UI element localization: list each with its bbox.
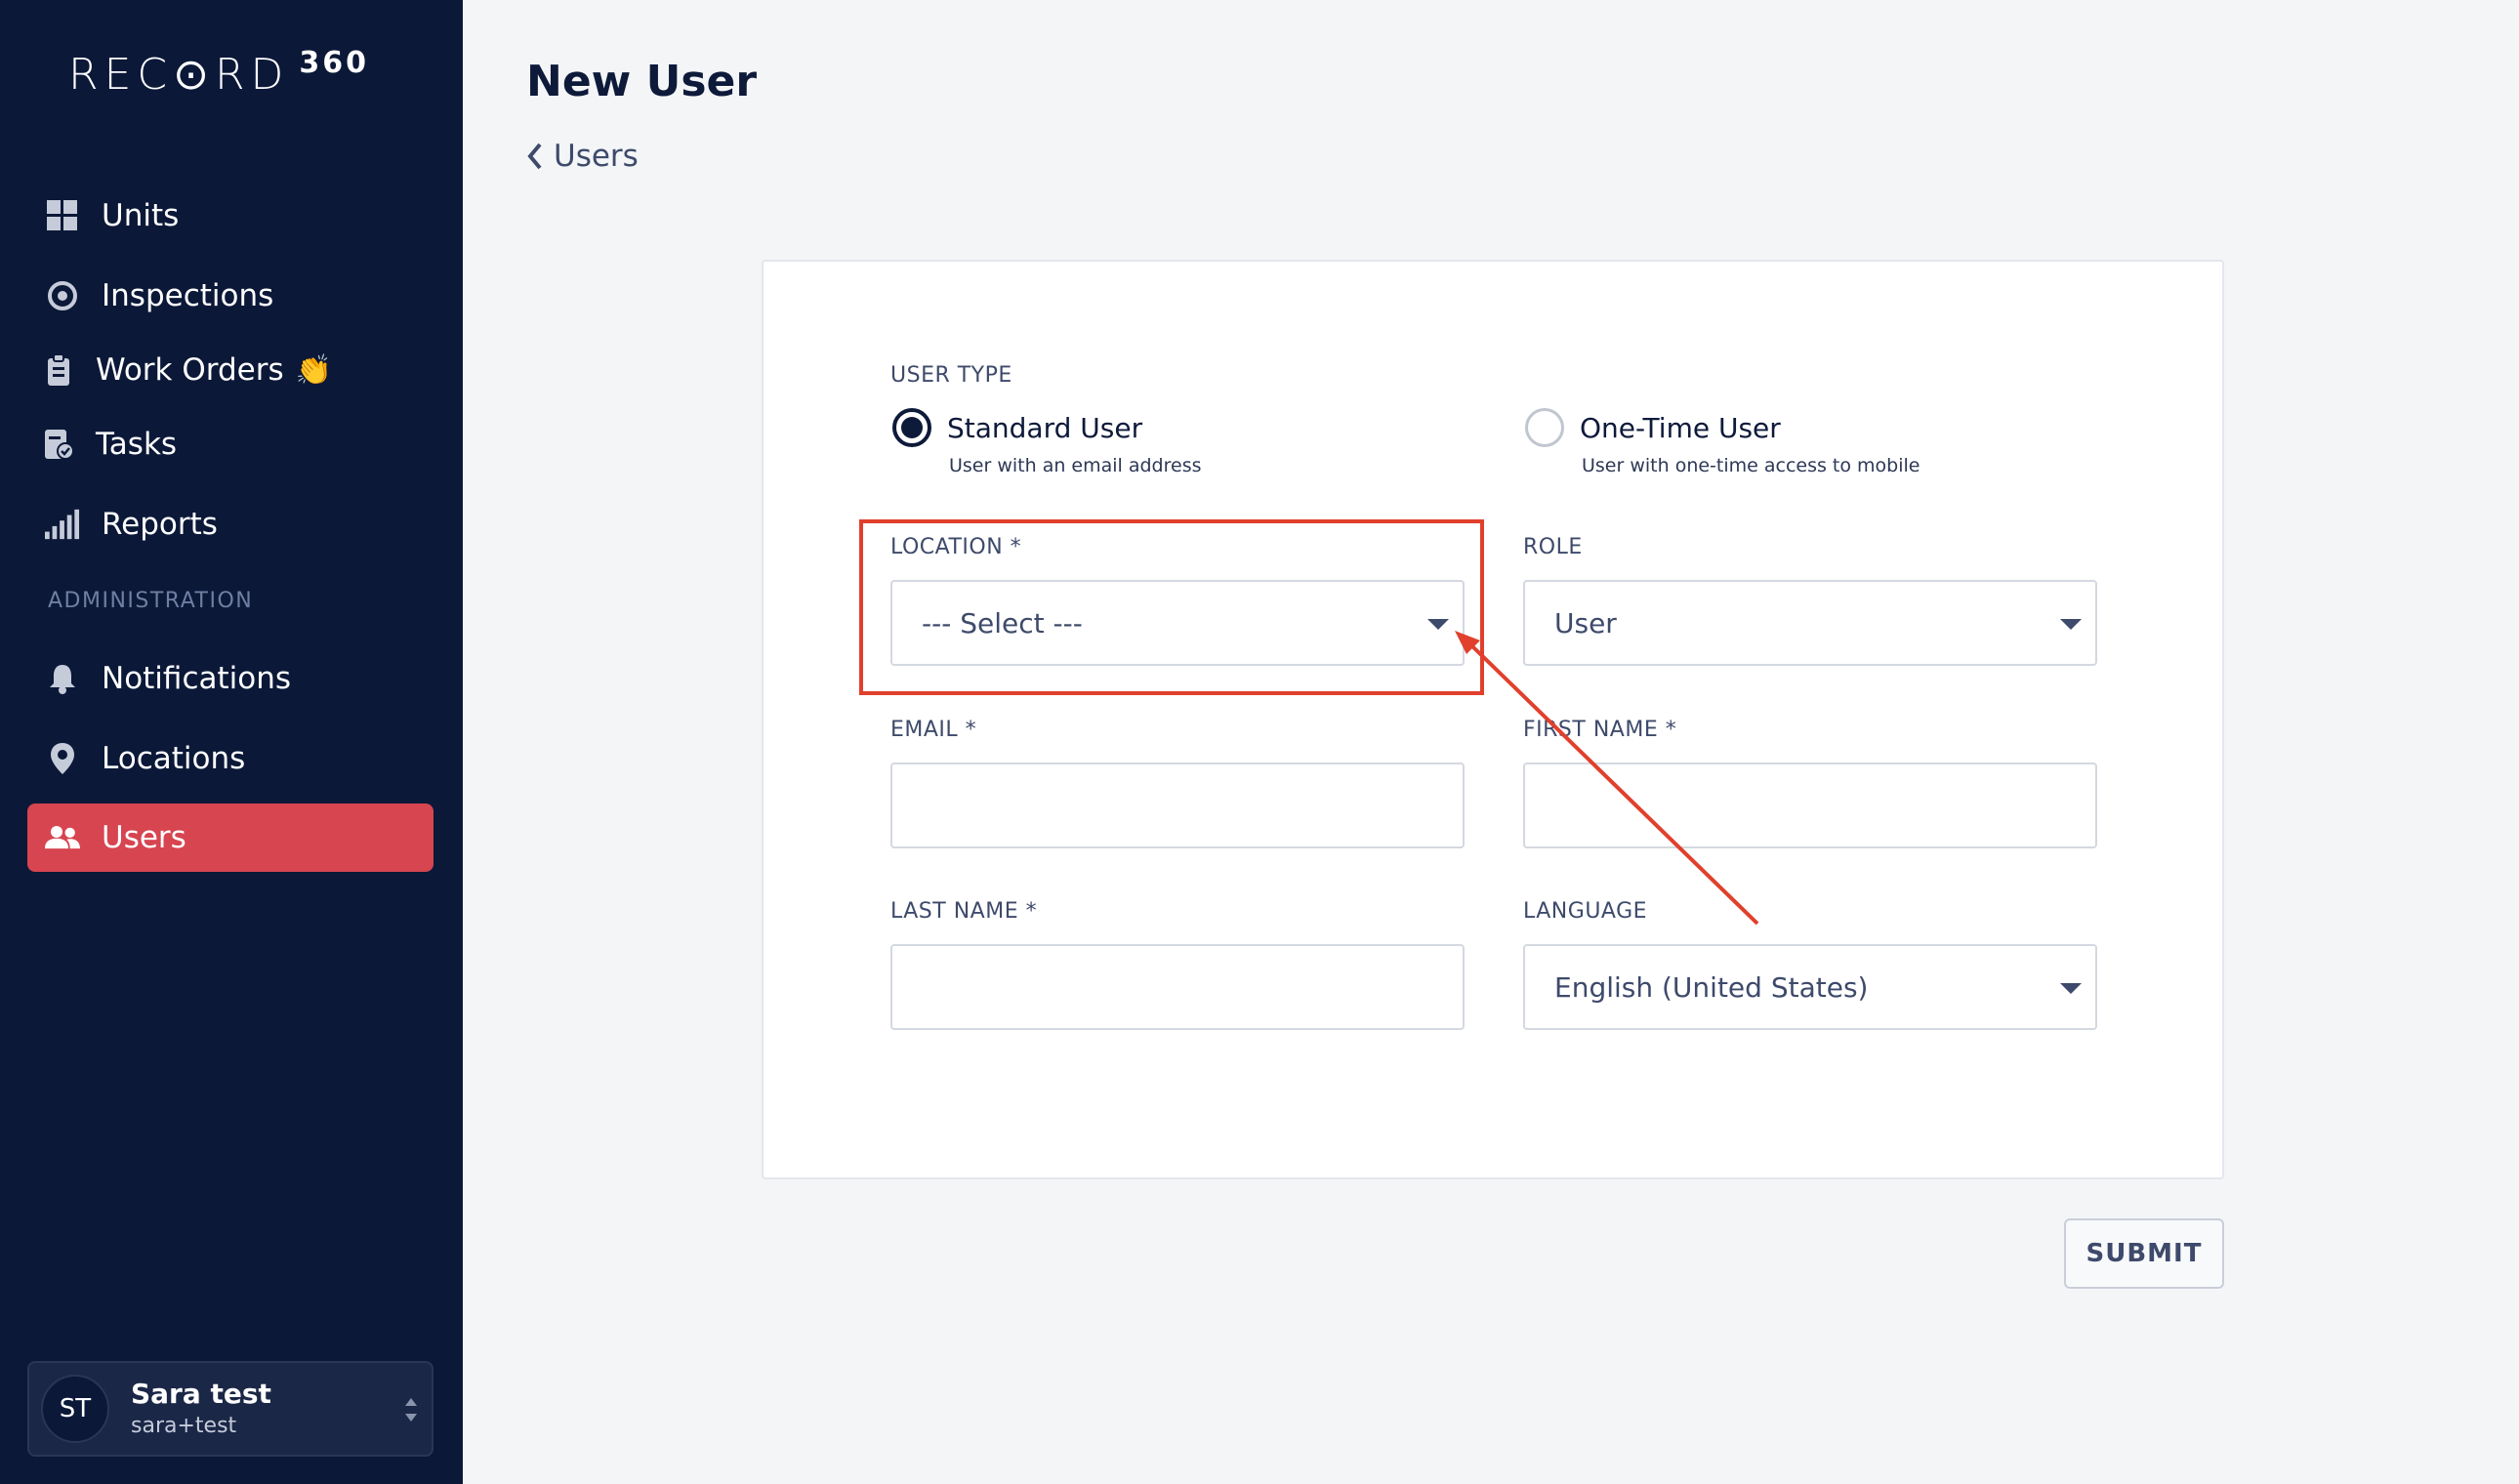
sidebar-item-label: Users [102, 820, 186, 855]
brand-word: REC⊙RD [68, 50, 290, 100]
target-icon [45, 278, 80, 313]
page-title: New User [526, 57, 758, 106]
sidebar-item-notifications[interactable]: Notifications [27, 644, 434, 713]
location-select-value: --- Select --- [922, 606, 1083, 639]
user-name: Sara test [131, 1378, 271, 1410]
role-select-value: User [1554, 606, 1617, 639]
sidebar-item-label: Work Orders [96, 352, 284, 388]
sidebar-item-locations[interactable]: Locations [27, 724, 434, 793]
clipboard-icon [41, 352, 76, 388]
signal-bars-icon [45, 507, 80, 542]
new-user-form-card: USER TYPE Standard User User with an ema… [762, 260, 2224, 1179]
user-account-switcher[interactable]: ST Sara test sara+test [27, 1361, 434, 1457]
sidebar-item-tasks[interactable]: Tasks [27, 410, 434, 478]
one-time-user-title: One-Time User [1580, 411, 1781, 444]
sidebar: REC⊙RD 360 Units Inspections Work Orders… [0, 0, 463, 1484]
radio-button-unchecked[interactable] [1525, 408, 1564, 447]
role-label: ROLE [1523, 535, 1583, 559]
submit-button[interactable]: SUBMIT [2064, 1218, 2224, 1289]
bell-icon [45, 661, 80, 696]
first-name-field[interactable] [1523, 763, 2097, 848]
language-label: LANGUAGE [1523, 899, 1648, 924]
sidebar-item-reports[interactable]: Reports [27, 490, 434, 558]
radio-one-time-user[interactable]: One-Time User [1525, 408, 1781, 447]
sidebar-item-label: Notifications [102, 661, 292, 696]
caret-down-icon [2060, 983, 2082, 994]
brand-number: 360 [299, 46, 370, 80]
chevron-left-icon [527, 143, 542, 170]
map-pin-icon [45, 741, 80, 776]
location-select[interactable]: --- Select --- [890, 580, 1465, 666]
task-check-icon [41, 427, 76, 462]
last-name-field[interactable] [890, 944, 1465, 1030]
language-select[interactable]: English (United States) [1523, 944, 2097, 1030]
role-select[interactable]: User [1523, 580, 2097, 666]
avatar: ST [41, 1375, 109, 1443]
sidebar-item-label: Units [102, 198, 180, 233]
brand-logo[interactable]: REC⊙RD 360 [68, 49, 369, 102]
first-name-label: FIRST NAME * [1523, 718, 1677, 742]
grid-icon [45, 198, 80, 233]
sidebar-item-inspections[interactable]: Inspections [27, 262, 434, 330]
caret-down-icon [1427, 619, 1449, 630]
user-email: sara+test [131, 1414, 237, 1438]
sidebar-item-units[interactable]: Units [27, 182, 434, 250]
standard-user-title: Standard User [947, 411, 1143, 444]
email-label: EMAIL * [890, 718, 977, 742]
standard-user-subtext: User with an email address [949, 455, 1202, 476]
breadcrumb-back-link[interactable]: Users [526, 139, 639, 174]
caret-down-icon [2060, 619, 2082, 630]
sidebar-item-label: Tasks [96, 427, 178, 462]
location-label: LOCATION * [890, 535, 1022, 559]
language-select-value: English (United States) [1554, 970, 1869, 1004]
one-time-user-subtext: User with one-time access to mobile [1582, 455, 1920, 476]
breadcrumb-label: Users [554, 139, 639, 174]
email-field[interactable] [890, 763, 1465, 848]
sidebar-item-label: Locations [102, 741, 246, 776]
user-type-label: USER TYPE [890, 363, 1012, 388]
last-name-label: LAST NAME * [890, 899, 1038, 924]
sidebar-item-label: Inspections [102, 278, 274, 313]
sidebar-item-users[interactable]: Users [27, 804, 434, 872]
radio-standard-user[interactable]: Standard User [892, 408, 1142, 447]
admin-section-label: ADMINISTRATION [48, 589, 254, 613]
users-icon [45, 820, 80, 855]
sidebar-item-label: Reports [102, 507, 218, 542]
sort-arrows-icon [404, 1396, 418, 1427]
sidebar-item-work-orders[interactable]: Work Orders 👏 [27, 336, 434, 404]
radio-button-checked[interactable] [892, 408, 931, 447]
clapping-hands-icon: 👏 [295, 352, 332, 388]
